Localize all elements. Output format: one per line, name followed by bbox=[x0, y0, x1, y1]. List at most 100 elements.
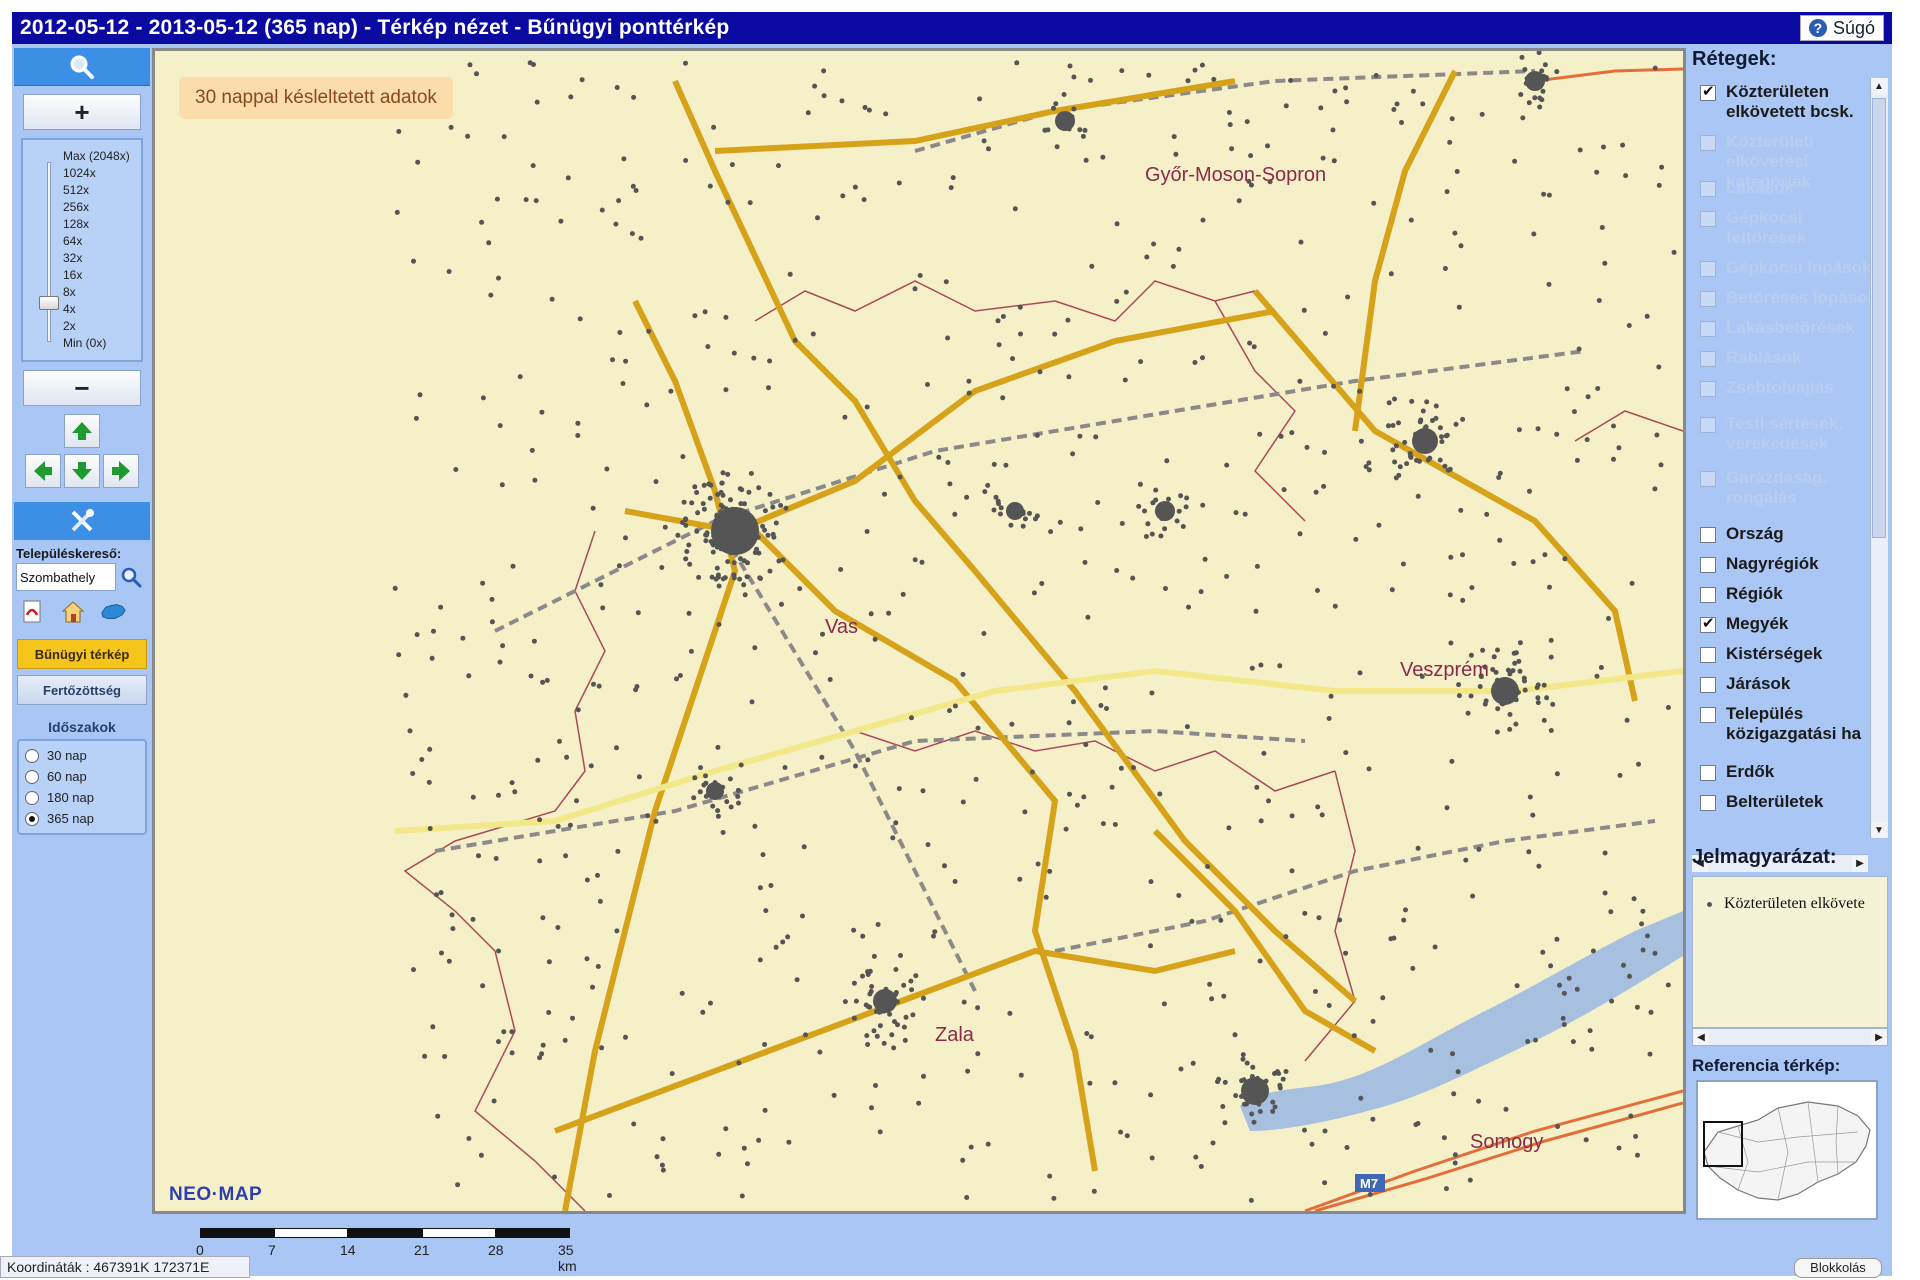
left-panel: + Max (2048x) 1024x 512x 256x 128x 64x 3… bbox=[14, 48, 150, 1226]
layer-checkbox[interactable] bbox=[1700, 647, 1716, 663]
pdf-export-button[interactable] bbox=[20, 599, 46, 625]
map-canvas[interactable]: Győr-Moson-Sopron Vas Veszprém Zala Somo… bbox=[152, 48, 1686, 1214]
layer-item[interactable]: Erdők bbox=[1700, 762, 1774, 782]
zoom-level-label[interactable]: 1024x bbox=[63, 165, 141, 182]
layer-checkbox[interactable] bbox=[1700, 527, 1716, 543]
layer-item: Zsebtolvajlás bbox=[1700, 378, 1834, 398]
layer-checkbox[interactable] bbox=[1700, 557, 1716, 573]
county-borders bbox=[403, 280, 1683, 1211]
hungary-map-icon bbox=[101, 604, 126, 619]
radio-button[interactable] bbox=[25, 790, 39, 805]
pan-left-button[interactable] bbox=[25, 454, 61, 488]
period-option[interactable]: 180 nap bbox=[25, 787, 139, 808]
legend-horizontal-scrollbar[interactable]: ◀ ▶ bbox=[1692, 1028, 1888, 1046]
radio-button[interactable] bbox=[25, 769, 39, 784]
region-labels: Győr-Moson-Sopron Vas Veszprém Zala Somo… bbox=[825, 164, 1543, 1153]
layers-vertical-scrollbar[interactable]: ▲ ▼ bbox=[1870, 78, 1888, 838]
help-button[interactable]: ? Súgó bbox=[1799, 15, 1884, 41]
layer-item[interactable]: Település közigazgatási ha bbox=[1700, 704, 1866, 744]
layer-item[interactable]: Kistérségek bbox=[1700, 644, 1822, 664]
zoom-level-label[interactable]: 64x bbox=[63, 233, 141, 250]
zoom-level-label[interactable]: 32x bbox=[63, 250, 141, 267]
layer-checkbox[interactable] bbox=[1700, 614, 1716, 633]
arrow-left-icon bbox=[34, 461, 52, 481]
zoom-level-label[interactable]: 16x bbox=[63, 267, 141, 284]
layer-checkbox bbox=[1700, 381, 1716, 397]
period-option[interactable]: 60 nap bbox=[25, 766, 139, 787]
layer-checkbox[interactable] bbox=[1700, 587, 1716, 603]
arrow-down-icon bbox=[72, 462, 92, 480]
infection-button[interactable]: Fertőzöttség bbox=[17, 675, 147, 705]
layer-item[interactable]: Régiók bbox=[1700, 584, 1783, 604]
layer-item: Garázdaság, rongálás bbox=[1700, 468, 1866, 508]
zoom-level-label[interactable]: 128x bbox=[63, 216, 141, 233]
scroll-down-button[interactable]: ▼ bbox=[1871, 822, 1887, 838]
reference-map-graphic bbox=[1703, 1101, 1871, 1201]
coordinates-readout: Koordináták : 467391K 172371E bbox=[0, 1256, 250, 1278]
settlement-search-row bbox=[14, 563, 150, 591]
zoom-level-label[interactable]: Min (0x) bbox=[63, 335, 141, 352]
layer-item[interactable]: Ország bbox=[1700, 524, 1784, 544]
map-layer[interactable]: Győr-Moson-Sopron Vas Veszprém Zala Somo… bbox=[155, 51, 1683, 1211]
home-button[interactable] bbox=[60, 599, 86, 625]
zoom-level-label[interactable]: 512x bbox=[63, 182, 141, 199]
radio-button-selected[interactable] bbox=[25, 811, 39, 826]
zoom-level-label[interactable]: 4x bbox=[63, 301, 141, 318]
layer-checkbox bbox=[1700, 471, 1716, 487]
zoom-level-label[interactable]: 8x bbox=[63, 284, 141, 301]
period-label: 365 nap bbox=[47, 811, 94, 826]
layer-item[interactable]: Nagyrégiók bbox=[1700, 554, 1819, 574]
pan-right-button[interactable] bbox=[103, 454, 139, 488]
zoom-out-button[interactable]: − bbox=[23, 370, 141, 406]
scroll-right-button[interactable]: ▶ bbox=[1852, 855, 1868, 872]
country-view-button[interactable] bbox=[100, 599, 126, 625]
layer-checkbox[interactable] bbox=[1700, 82, 1716, 101]
period-option[interactable]: 365 nap bbox=[25, 808, 139, 829]
scroll-right-button[interactable]: ▶ bbox=[1871, 1029, 1887, 1045]
zoom-level-label[interactable]: 256x bbox=[63, 199, 141, 216]
scroll-thumb[interactable] bbox=[1872, 98, 1886, 538]
magnifier-icon bbox=[70, 55, 94, 79]
layer-checkbox[interactable] bbox=[1700, 765, 1716, 781]
scroll-left-button[interactable]: ◀ bbox=[1693, 1029, 1709, 1045]
layer-checkbox[interactable] bbox=[1700, 677, 1716, 693]
radio-button[interactable] bbox=[25, 748, 39, 763]
reference-map[interactable] bbox=[1696, 1080, 1878, 1220]
search-button[interactable] bbox=[118, 564, 144, 590]
scale-tick: 35 km bbox=[558, 1242, 577, 1274]
blocking-button[interactable]: Blokkolás bbox=[1794, 1258, 1882, 1278]
crime-map-button[interactable]: Bűnügyi térkép bbox=[17, 639, 147, 669]
pan-down-button[interactable] bbox=[64, 454, 100, 488]
layers-list: Közterületen elkövetett bcsk. Közterület… bbox=[1692, 78, 1888, 872]
layer-item[interactable]: Megyék bbox=[1700, 614, 1788, 634]
period-label: 60 nap bbox=[47, 769, 87, 784]
zoom-slider-track[interactable] bbox=[47, 162, 51, 342]
layers-title: Rétegek: bbox=[1692, 48, 1777, 70]
zoom-level-label[interactable]: 2x bbox=[63, 318, 141, 335]
home-icon bbox=[61, 601, 85, 623]
lake-balaton bbox=[1240, 911, 1683, 1131]
period-label: 30 nap bbox=[47, 748, 87, 763]
layer-item: Lakások bbox=[1700, 178, 1794, 198]
layer-checkbox[interactable] bbox=[1700, 795, 1716, 811]
layer-item[interactable]: Járások bbox=[1700, 674, 1790, 694]
period-option[interactable]: 30 nap bbox=[25, 745, 139, 766]
scale-tick: 7 bbox=[268, 1242, 276, 1258]
scroll-up-button[interactable]: ▲ bbox=[1871, 78, 1887, 94]
zoom-level-label[interactable]: Max (2048x) bbox=[63, 148, 141, 165]
layer-item[interactable]: Belterületek bbox=[1700, 792, 1823, 812]
pan-controls bbox=[21, 414, 143, 494]
zoom-slider-thumb[interactable] bbox=[39, 296, 59, 310]
settlement-search-input[interactable] bbox=[16, 563, 116, 591]
pan-up-button[interactable] bbox=[64, 414, 100, 448]
periods-title: Időszakok bbox=[48, 719, 116, 735]
title-bar: 2012-05-12 - 2013-05-12 (365 nap) - Térk… bbox=[12, 12, 1892, 44]
legend-entry-label: Közterületen elkövete bbox=[1724, 895, 1865, 912]
zoom-in-button[interactable]: + bbox=[23, 94, 141, 130]
layer-checkbox bbox=[1700, 181, 1716, 197]
layer-checkbox bbox=[1700, 261, 1716, 277]
legend-box: Közterületen elkövete bbox=[1692, 876, 1888, 1028]
layer-item[interactable]: Közterületen elkövetett bcsk. bbox=[1700, 82, 1866, 122]
layer-checkbox[interactable] bbox=[1700, 707, 1716, 723]
zoom-header bbox=[14, 48, 150, 86]
